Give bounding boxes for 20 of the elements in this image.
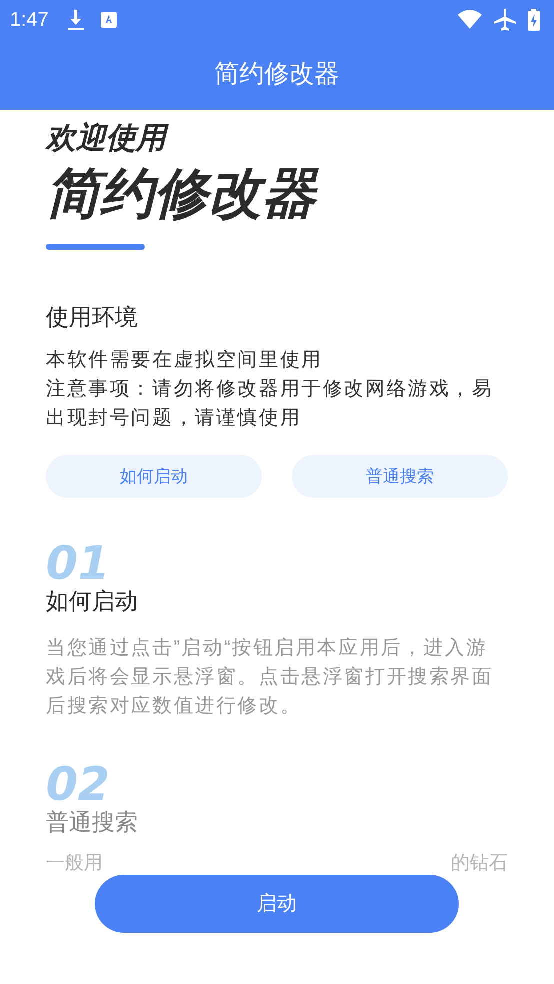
app-title: 简约修改器	[214, 59, 340, 90]
step-title: 普通搜索	[46, 808, 138, 837]
step-title: 如何启动	[46, 587, 138, 616]
keyboard-letter-icon	[100, 12, 117, 28]
step-number: 01	[46, 538, 110, 588]
quick-link-button[interactable]: 如何启动	[46, 455, 262, 498]
download-icon	[66, 10, 85, 30]
step-description: 一般用	[46, 852, 103, 876]
status-time: 1:47	[10, 8, 49, 33]
start-button[interactable]: 启动	[95, 875, 459, 933]
step-description: 当您通过点击”启动“按钮启用本应用后，进入游戏后将会显示悬浮窗。点击悬浮窗打开搜索界面后搜索对应数值进行修改。	[46, 636, 494, 719]
step-number: 02	[46, 759, 110, 809]
notice-text: 注意事项：请勿将修改器用于修改网络游戏，易出现封号问题，请谨慎使用	[46, 377, 494, 431]
section-title: 使用环境	[46, 303, 138, 332]
notice-text: 本软件需要在虚拟空间里使用	[46, 348, 324, 373]
step-description: 的钻石	[451, 852, 508, 876]
wifi-icon	[458, 10, 482, 30]
airplane-icon	[494, 9, 516, 31]
quick-link-button[interactable]: 普通搜索	[292, 455, 508, 498]
battery-charging-icon	[528, 9, 540, 31]
